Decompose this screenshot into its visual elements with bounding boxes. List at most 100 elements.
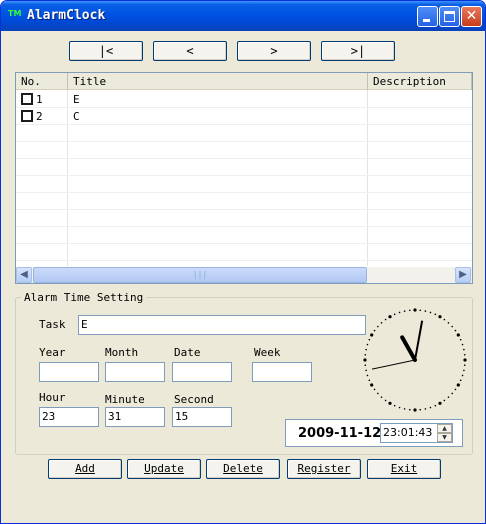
- clock-minute-mark: [447, 396, 450, 398]
- hour-label: Hour: [39, 391, 66, 404]
- year-input[interactable]: [39, 362, 99, 382]
- clock-minute-mark: [368, 379, 371, 382]
- update-button-label: Update: [144, 462, 184, 475]
- task-input[interactable]: E: [78, 315, 366, 335]
- update-button[interactable]: Update: [127, 459, 201, 479]
- close-button[interactable]: ✕: [461, 6, 482, 27]
- list-header: No. Title Description: [16, 73, 472, 90]
- exit-button[interactable]: Exit: [367, 459, 441, 479]
- clock-minute-mark: [393, 404, 396, 407]
- clock-minute-mark: [408, 309, 411, 312]
- clock-minute-mark: [463, 364, 466, 367]
- scroll-thumb[interactable]: |||: [33, 267, 367, 283]
- column-header-description[interactable]: Description: [368, 73, 472, 90]
- clock-minute-mark: [403, 408, 406, 410]
- alarm-list[interactable]: No. Title Description 1 E 2 C ◀ ||| ▶: [15, 72, 473, 284]
- empty-row: [16, 227, 472, 244]
- maximize-button[interactable]: [439, 6, 460, 27]
- time-field[interactable]: 23:01:43 ▲ ▼: [380, 423, 453, 443]
- add-button[interactable]: Add: [48, 459, 122, 479]
- first-record-button[interactable]: |<: [69, 41, 143, 61]
- date-input[interactable]: [172, 362, 232, 382]
- second-label: Second: [174, 393, 214, 406]
- clock-minute-mark: [419, 408, 422, 411]
- clock-minute-mark: [365, 369, 367, 372]
- group-label: Alarm Time Setting: [21, 291, 147, 304]
- column-header-no[interactable]: No.: [16, 73, 68, 90]
- hour-input[interactable]: 23: [39, 407, 99, 427]
- analog-clock: [363, 308, 467, 412]
- minimize-icon: [423, 19, 430, 22]
- close-icon: ✕: [465, 8, 478, 24]
- minimize-button[interactable]: [417, 6, 438, 27]
- clock-hour-mark: [456, 383, 460, 387]
- clock-minute-mark: [451, 325, 453, 328]
- clock-minute-mark: [424, 408, 427, 410]
- clock-minute-mark: [454, 388, 457, 391]
- delete-button-label: Delete: [223, 462, 263, 475]
- clock-minute-mark: [461, 343, 464, 346]
- clock-minute-mark: [463, 353, 466, 356]
- next-record-button[interactable]: >: [237, 41, 311, 61]
- clock-minute-mark: [463, 348, 465, 351]
- column-header-title[interactable]: Title: [68, 73, 368, 90]
- arrow-up-icon[interactable]: ▲: [437, 424, 452, 433]
- app-icon: TM: [8, 9, 22, 18]
- clock-minute-mark: [373, 388, 376, 391]
- arrow-right-icon[interactable]: ▶: [455, 267, 471, 283]
- last-record-button[interactable]: >|: [321, 41, 395, 61]
- clock-minute-mark: [398, 406, 401, 409]
- task-label: Task: [39, 318, 66, 331]
- row-checkbox[interactable]: [21, 93, 33, 105]
- horizontal-scrollbar[interactable]: ◀ ||| ▶: [16, 267, 472, 283]
- clock-minute-mark: [380, 396, 383, 398]
- empty-row: [16, 210, 472, 227]
- clock-minute-mark: [393, 313, 396, 316]
- clock-minute-mark: [384, 318, 387, 321]
- minute-input[interactable]: 31: [105, 407, 165, 427]
- clock-minute-mark: [463, 369, 465, 372]
- arrow-left-icon[interactable]: ◀: [16, 267, 32, 283]
- week-label: Week: [254, 346, 281, 359]
- clock-minute-mark: [403, 310, 406, 312]
- previous-record-button[interactable]: <: [153, 41, 227, 61]
- clock-minute-mark: [419, 309, 422, 312]
- clock-minute-mark: [434, 313, 437, 316]
- table-row[interactable]: 2 C: [16, 108, 472, 125]
- clock-minute-mark: [364, 364, 367, 367]
- empty-row: [16, 142, 472, 159]
- clock-minute-mark: [447, 322, 450, 324]
- empty-row: [16, 125, 472, 142]
- arrow-down-icon[interactable]: ▼: [437, 433, 452, 442]
- empty-row: [16, 244, 472, 261]
- clock-hour-mark: [438, 401, 442, 405]
- minute-hand: [414, 320, 424, 361]
- add-button-label: Add: [75, 462, 95, 475]
- datetime-picker: 2009-11-12 23:01:43 ▲ ▼: [285, 419, 463, 447]
- clock-minute-mark: [429, 406, 432, 409]
- row-checkbox[interactable]: [21, 110, 33, 122]
- register-button-label: Register: [297, 462, 351, 475]
- row-title: C: [73, 110, 80, 123]
- clock-minute-mark: [364, 353, 367, 356]
- clock-minute-mark: [365, 348, 367, 351]
- clock-minute-mark: [451, 392, 453, 395]
- register-button[interactable]: Register: [287, 459, 361, 479]
- table-row[interactable]: 1 E: [16, 91, 472, 108]
- title-bar[interactable]: TM AlarmClock ✕: [1, 1, 485, 31]
- clock-hour-mark: [456, 333, 460, 337]
- clock-hour-mark: [413, 408, 417, 412]
- current-date[interactable]: 2009-11-12: [298, 426, 381, 441]
- week-input[interactable]: [252, 362, 312, 382]
- maximize-icon: [444, 11, 455, 22]
- second-input[interactable]: 15: [172, 407, 232, 427]
- clock-minute-mark: [408, 408, 411, 411]
- delete-button[interactable]: Delete: [206, 459, 280, 479]
- clock-minute-mark: [398, 311, 401, 314]
- current-time[interactable]: 23:01:43: [383, 426, 432, 439]
- exit-button-label: Exit: [390, 462, 418, 475]
- date-label: Date: [174, 346, 201, 359]
- month-input[interactable]: [105, 362, 165, 382]
- clock-minute-mark: [443, 318, 446, 321]
- clock-hour-mark: [388, 315, 392, 319]
